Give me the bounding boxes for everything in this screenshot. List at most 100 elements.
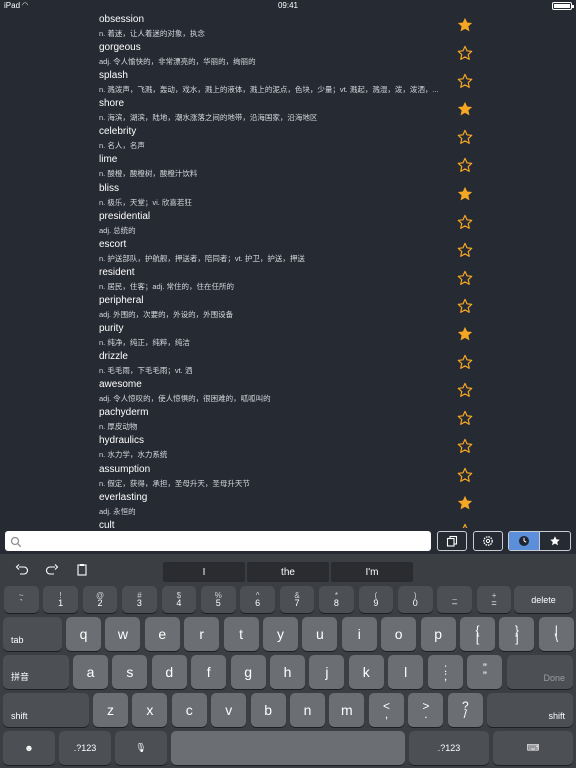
- star-outline-icon[interactable]: [456, 241, 474, 259]
- star-outline-icon[interactable]: [456, 353, 474, 371]
- search-field[interactable]: [5, 531, 431, 551]
- delete-key[interactable]: delete: [514, 586, 573, 613]
- key-h[interactable]: h: [270, 655, 305, 689]
- space-key[interactable]: [171, 731, 405, 765]
- list-item[interactable]: obsession n. 着迷，让人着迷的对象，执念: [0, 12, 576, 40]
- star-outline-icon[interactable]: [456, 44, 474, 62]
- list-item[interactable]: cult: [0, 518, 576, 528]
- key-7[interactable]: & 7: [279, 586, 315, 613]
- list-item[interactable]: hydraulics n. 水力学，水力系统: [0, 433, 576, 461]
- star-filled-icon[interactable]: [456, 100, 474, 118]
- word-list[interactable]: obsession n. 着迷，让人着迷的对象，执念 gorgeous adj. 令人…: [0, 12, 576, 528]
- list-item[interactable]: everlasting adj. 永恒的: [0, 490, 576, 518]
- list-item[interactable]: gorgeous adj. 令人愉快的，非常漂亮的，华丽的，绚丽的: [0, 40, 576, 68]
- dictation-key[interactable]: 🎙︎: [115, 731, 167, 765]
- list-item[interactable]: drizzle n. 毛毛雨，下毛毛雨；vt. 洒: [0, 349, 576, 377]
- key-s[interactable]: s: [112, 655, 148, 689]
- star-outline-icon[interactable]: [456, 466, 474, 484]
- suggestion-2[interactable]: the: [247, 562, 329, 582]
- star-filled-icon[interactable]: [456, 325, 474, 343]
- key-z[interactable]: z: [93, 693, 128, 727]
- key-f[interactable]: f: [191, 655, 227, 689]
- key-8[interactable]: * 8: [319, 586, 354, 613]
- star-outline-icon[interactable]: [456, 381, 474, 399]
- star-outline-icon[interactable]: [456, 156, 474, 174]
- pinyin-key[interactable]: 拼音: [3, 655, 69, 689]
- paste-icon[interactable]: [75, 563, 89, 577]
- key-9[interactable]: (9: [358, 586, 394, 613]
- key-l[interactable]: l: [388, 655, 424, 689]
- history-tab[interactable]: [509, 532, 539, 550]
- copy-button[interactable]: [437, 531, 467, 551]
- redo-icon[interactable]: [45, 563, 59, 577]
- numbers-right-key[interactable]: .?123: [409, 731, 489, 765]
- key-i[interactable]: i: [341, 617, 377, 651]
- star-filled-icon[interactable]: [456, 494, 474, 512]
- favorites-tab[interactable]: [539, 532, 570, 550]
- key-0[interactable]: ) 0: [398, 586, 433, 613]
- key-t[interactable]: t: [223, 617, 259, 651]
- key-4[interactable]: $4: [161, 586, 197, 613]
- key-d[interactable]: d: [151, 655, 187, 689]
- list-item[interactable]: shore n. 海滨，湖滨，陆地，潮水涨落之间的地带，沿海国家，沿海地区: [0, 96, 576, 124]
- key-punct-r3-1[interactable]: >.: [408, 693, 444, 727]
- list-item[interactable]: lime n. 酸橙，酸橙树，酸橙汁饮料: [0, 152, 576, 180]
- key-5[interactable]: % 5: [201, 586, 236, 613]
- key-punct-1[interactable]: ””: [467, 655, 503, 689]
- key-o[interactable]: o: [381, 617, 417, 651]
- numbers-left-key[interactable]: .?123: [59, 731, 111, 765]
- shift-right-key[interactable]: shift: [487, 693, 573, 727]
- star-outline-icon[interactable]: [456, 437, 474, 455]
- shift-left-key[interactable]: shift: [3, 693, 89, 727]
- list-item[interactable]: presidential adj. 总统的: [0, 209, 576, 237]
- key-g[interactable]: g: [230, 655, 266, 689]
- key-y[interactable]: y: [263, 617, 298, 651]
- star-outline-icon[interactable]: [456, 72, 474, 90]
- key-m[interactable]: m: [329, 693, 365, 727]
- key-p[interactable]: p: [420, 617, 456, 651]
- list-item[interactable]: assumption n. 假定，获得，承担，圣母升天，圣母升天节: [0, 462, 576, 490]
- suggestion-1[interactable]: I: [163, 562, 245, 582]
- emoji-key[interactable]: ☻: [3, 731, 55, 765]
- star-outline-icon[interactable]: [456, 128, 474, 146]
- key-[[interactable]: {[: [460, 617, 495, 651]
- list-item[interactable]: escort n. 护送部队，护航舰，押送者，陪同者；vt. 护卫，护送，押送: [0, 237, 576, 265]
- key-punct-0[interactable]: :;: [428, 655, 463, 689]
- star-outline-icon[interactable]: [456, 269, 474, 287]
- key-1[interactable]: ! 1: [43, 586, 78, 613]
- list-item[interactable]: splash n. 溅泼声，飞溅，轰动，戏水，溅上的液体，溅上的泥点，色块，少量；…: [0, 68, 576, 96]
- list-item[interactable]: resident n. 居民，住客；adj. 常住的，住在任所的: [0, 265, 576, 293]
- list-item[interactable]: awesome adj. 令人惊叹的，使人惊惧的，很困难的，呱呱叫的: [0, 377, 576, 405]
- done-key[interactable]: Done: [507, 655, 573, 689]
- star-filled-icon[interactable]: [456, 185, 474, 203]
- key-punct-r3-2[interactable]: ? /: [447, 693, 483, 727]
- list-item[interactable]: bliss n. 极乐，天堂；vi. 欣喜若狂: [0, 181, 576, 209]
- key-2[interactable]: @2: [82, 586, 118, 613]
- key-][interactable]: }]: [499, 617, 535, 651]
- key-–[interactable]: _ –: [437, 586, 472, 613]
- key-k[interactable]: k: [348, 655, 384, 689]
- key-n[interactable]: n: [290, 693, 325, 727]
- key-r[interactable]: r: [184, 617, 220, 651]
- key-6[interactable]: ^ 6: [240, 586, 275, 613]
- key-e[interactable]: e: [144, 617, 180, 651]
- key-a[interactable]: a: [73, 655, 108, 689]
- key-u[interactable]: u: [302, 617, 338, 651]
- settings-button[interactable]: [473, 531, 503, 551]
- star-outline-icon[interactable]: [456, 213, 474, 231]
- search-input[interactable]: [25, 533, 425, 549]
- key-q[interactable]: q: [66, 617, 101, 651]
- suggestion-3[interactable]: I'm: [331, 562, 413, 582]
- key-=[interactable]: + =: [476, 586, 512, 613]
- star-outline-icon[interactable]: [456, 297, 474, 315]
- key-c[interactable]: c: [171, 693, 207, 727]
- list-item[interactable]: celebrity n. 名人，名声: [0, 124, 576, 152]
- star-filled-icon[interactable]: [456, 16, 474, 34]
- undo-icon[interactable]: [15, 563, 29, 577]
- key-\[interactable]: | \: [538, 617, 574, 651]
- list-item[interactable]: pachyderm n. 厚皮动物: [0, 405, 576, 433]
- list-item[interactable]: peripheral adj. 外围的，次要的，外设的，外围设备: [0, 293, 576, 321]
- key-j[interactable]: j: [309, 655, 345, 689]
- key-3[interactable]: #3: [122, 586, 157, 613]
- list-item[interactable]: purity n. 纯净，纯正，纯粹，纯洁: [0, 321, 576, 349]
